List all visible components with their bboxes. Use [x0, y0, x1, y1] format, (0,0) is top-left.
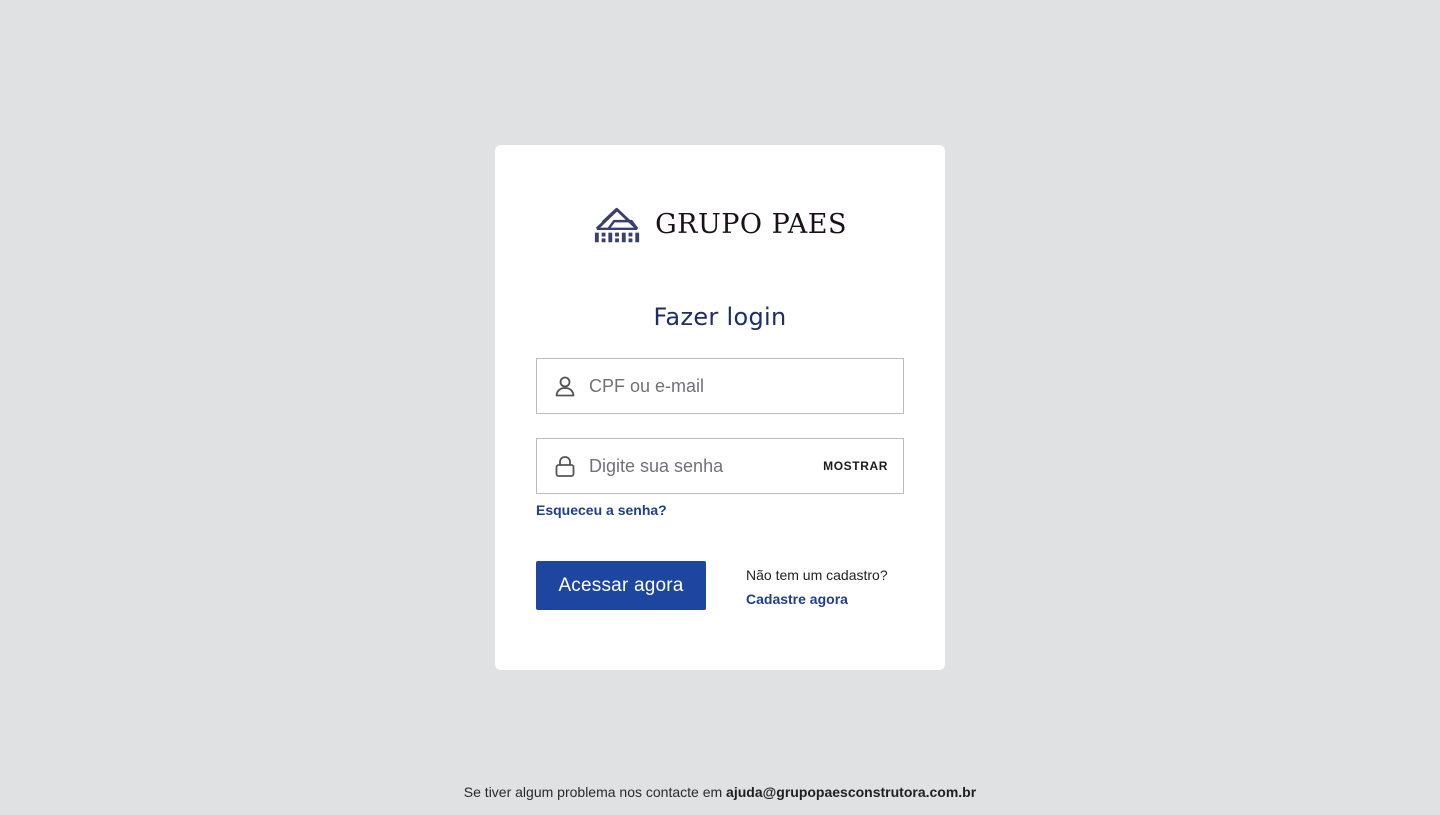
- lock-icon: [554, 455, 576, 477]
- house-roof-logo-icon: [594, 207, 640, 243]
- support-email-link[interactable]: ajuda@grupopaesconstrutora.com.br: [726, 784, 976, 800]
- footer-text: Se tiver algum problema nos contacte em: [463, 784, 727, 800]
- signup-question: Não tem um cadastro?: [746, 567, 888, 583]
- signup-link[interactable]: Cadastre agora: [746, 587, 888, 611]
- footer: Se tiver algum problema nos contacte em …: [0, 784, 1440, 800]
- username-field[interactable]: [536, 358, 904, 414]
- page-title: Fazer login: [653, 303, 787, 331]
- password-field[interactable]: MOSTRAR: [536, 438, 904, 494]
- signup-section: Não tem um cadastro? Cadastre agora: [746, 563, 888, 611]
- user-icon: [554, 375, 576, 397]
- forgot-password-link[interactable]: Esqueceu a senha?: [536, 502, 667, 518]
- login-button[interactable]: Acessar agora: [536, 561, 706, 610]
- login-card: GRUPO PAES Fazer login MOSTRAR Esqueceu …: [495, 145, 945, 670]
- brand-logo: GRUPO PAES: [593, 203, 847, 245]
- username-input[interactable]: [589, 375, 903, 397]
- brand-name: GRUPO PAES: [655, 208, 847, 240]
- password-input[interactable]: [589, 455, 816, 477]
- show-password-button[interactable]: MOSTRAR: [823, 459, 888, 473]
